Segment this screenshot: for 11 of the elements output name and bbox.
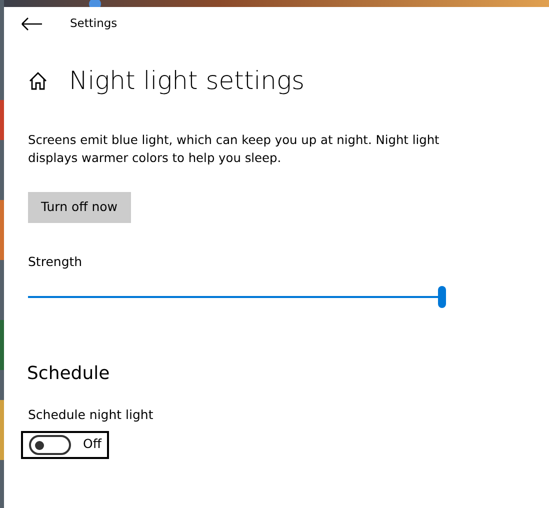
slider-label: Strength [28,253,84,272]
toggle-switch[interactable]: Off [21,430,110,459]
window-title: Settings [70,15,118,32]
turn-off-button[interactable]: Turn off now [28,192,131,224]
home-icon[interactable] [28,71,48,91]
page-title: Night light settings [69,66,305,96]
section-heading: Schedule [27,362,111,386]
toggle-label: Schedule night light [28,406,154,424]
description-text: Screens emit blue light, which can keep you up at night. Night light displays warmer colors to help you sleep. [28,132,440,167]
slider-thumb[interactable] [438,286,446,308]
back-icon[interactable] [21,17,43,31]
